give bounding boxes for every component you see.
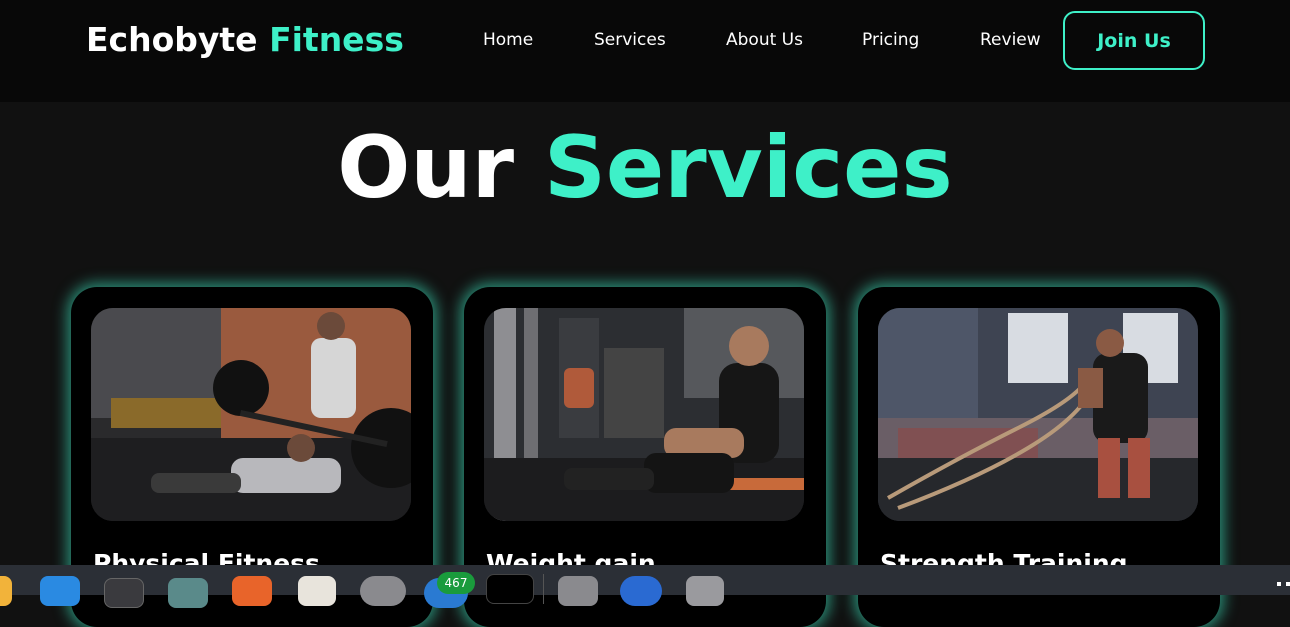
settings-icon[interactable] [360, 576, 406, 606]
nav-about-us[interactable]: About Us [726, 30, 803, 50]
taskbar-divider [543, 574, 544, 604]
tray-indicator-icon [1277, 582, 1281, 586]
join-us-button[interactable]: Join Us [1063, 11, 1205, 70]
launcher-icon[interactable] [0, 576, 12, 606]
terminal-icon[interactable] [104, 578, 144, 608]
disk-icon[interactable] [686, 576, 724, 606]
window-manager-icon[interactable] [558, 576, 598, 606]
tray-indicator-icon [1286, 582, 1290, 586]
nav-pricing[interactable]: Pricing [862, 30, 919, 50]
text-editor-icon[interactable] [298, 576, 336, 606]
vscode-icon[interactable] [40, 576, 80, 606]
nav-home[interactable]: Home [483, 30, 533, 50]
thunderbird-icon[interactable] [620, 576, 662, 606]
navbar: Echobyte Fitness Home Services About Us … [0, 0, 1290, 102]
brand-accent: Fitness [269, 20, 404, 59]
brand-name: Echobyte [86, 20, 258, 59]
app-store-icon[interactable] [232, 576, 272, 606]
nav-review[interactable]: Review [980, 30, 1041, 50]
files-icon[interactable] [168, 578, 208, 608]
notification-badge: 467 [437, 572, 475, 594]
battle-ropes-photo [878, 308, 1198, 521]
bench-press-photo [91, 308, 411, 521]
section-title: Our Services [0, 118, 1290, 218]
section-title-accent: Services [543, 118, 953, 218]
cable-row-photo [484, 308, 804, 521]
section-title-main: Our [337, 118, 515, 218]
brand-logo[interactable]: Echobyte Fitness [86, 20, 404, 59]
nav-services[interactable]: Services [594, 30, 666, 50]
notion-icon[interactable] [486, 574, 534, 604]
